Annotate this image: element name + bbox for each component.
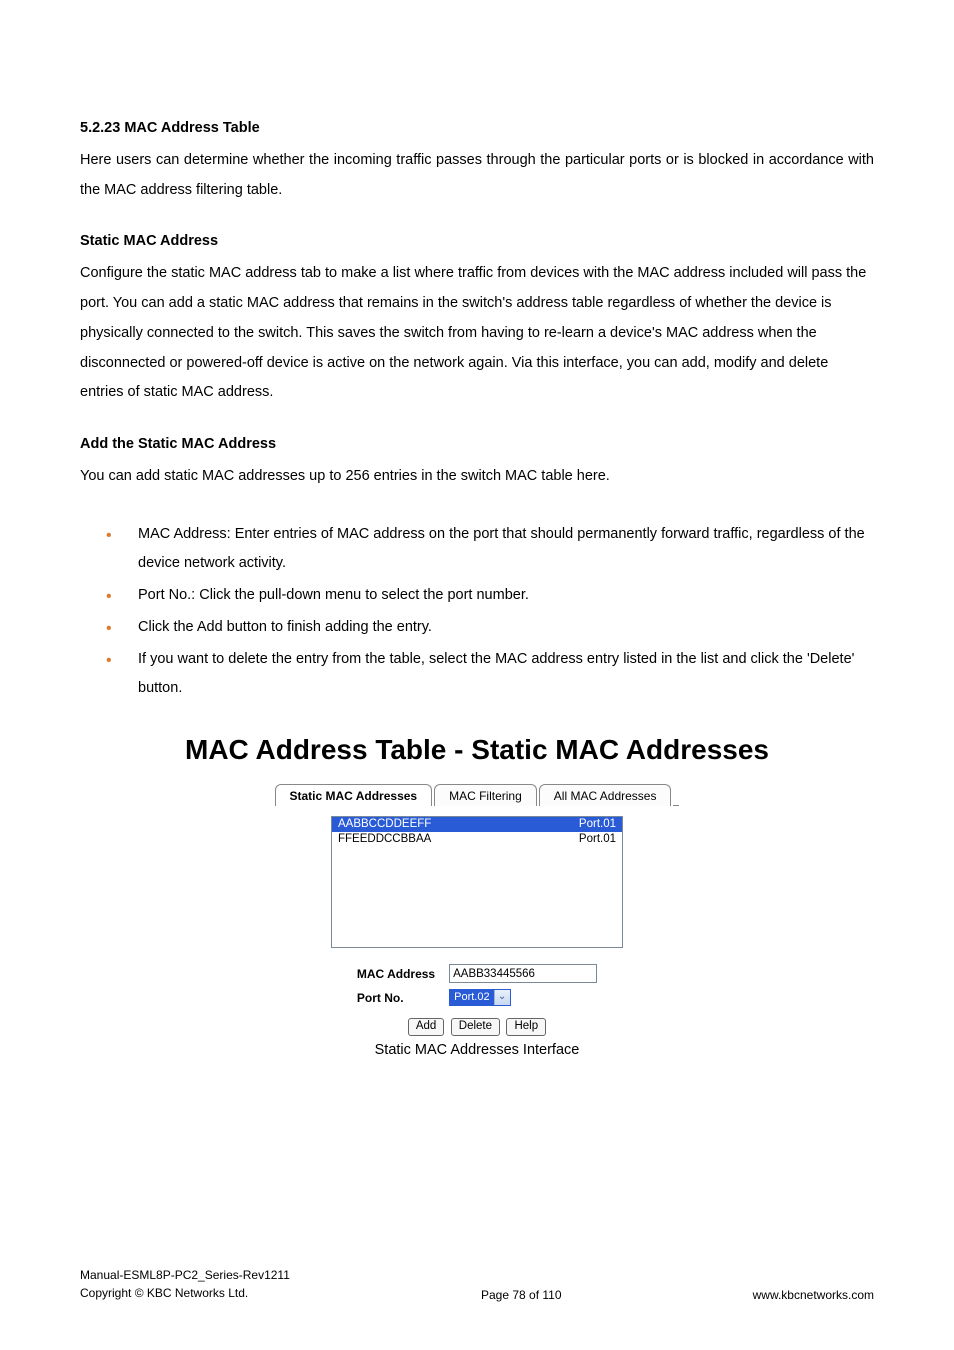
list-mac: AABBCCDDEEFF: [338, 817, 431, 832]
footer-left-1: Manual-ESML8P-PC2_Series-Rev1211: [80, 1268, 290, 1282]
section-heading-1: 5.2.23 MAC Address Table: [80, 120, 874, 136]
delete-button[interactable]: Delete: [451, 1018, 500, 1036]
help-button[interactable]: Help: [506, 1018, 546, 1036]
bullet-item: Click the Add button to finish adding th…: [80, 613, 874, 643]
port-no-value: Port.02: [450, 990, 493, 1005]
bullet-item: Port No.: Click the pull-down menu to se…: [80, 581, 874, 611]
footer-url: www.kbcnetworks.com: [753, 1288, 874, 1302]
figure-title: MAC Address Table - Static MAC Addresses: [80, 734, 874, 766]
mac-listbox[interactable]: AABBCCDDEEFF Port.01 FFEEDDCCBBAA Port.0…: [331, 816, 623, 948]
form-table: MAC Address Port No. Port.02 ⌄: [349, 960, 605, 1010]
mac-address-input[interactable]: [449, 964, 597, 983]
mac-address-label: MAC Address: [351, 962, 441, 985]
list-mac: FFEEDDCCBBAA: [338, 832, 431, 847]
section-para-1: Here users can determine whether the inc…: [80, 146, 874, 205]
list-item[interactable]: FFEEDDCCBBAA Port.01: [332, 832, 622, 847]
bullet-list: MAC Address: Enter entries of MAC addres…: [80, 520, 874, 704]
section-heading-3: Add the Static MAC Address: [80, 436, 874, 452]
port-no-label: Port No.: [351, 987, 441, 1008]
tab-mac-filtering[interactable]: MAC Filtering: [434, 784, 537, 806]
bullet-item: If you want to delete the entry from the…: [80, 645, 874, 704]
tabs-row: Static MAC Addresses MAC Filtering All M…: [167, 784, 787, 806]
page-footer: Manual-ESML8P-PC2_Series-Rev1211 Copyrig…: [80, 1266, 874, 1302]
footer-page-number: Page 78 of 110: [481, 1288, 562, 1302]
section-para-2: Configure the static MAC address tab to …: [80, 259, 874, 408]
list-item[interactable]: AABBCCDDEEFF Port.01: [332, 817, 622, 832]
bullet-item: MAC Address: Enter entries of MAC addres…: [80, 520, 874, 579]
figure-caption: Static MAC Addresses Interface: [167, 1042, 787, 1058]
port-no-select[interactable]: Port.02 ⌄: [449, 989, 510, 1006]
list-port: Port.01: [579, 832, 616, 847]
add-button[interactable]: Add: [408, 1018, 444, 1036]
tab-static-mac[interactable]: Static MAC Addresses: [275, 784, 433, 806]
figure: MAC Address Table - Static MAC Addresses…: [80, 734, 874, 1058]
chevron-down-icon: ⌄: [494, 990, 510, 1005]
list-port: Port.01: [579, 817, 616, 832]
button-row: Add Delete Help: [167, 1016, 787, 1036]
tab-all-mac[interactable]: All MAC Addresses: [539, 784, 672, 806]
footer-left-2: Copyright © KBC Networks Ltd.: [80, 1286, 248, 1300]
section-para-3: You can add static MAC addresses up to 2…: [80, 462, 874, 492]
section-heading-2: Static MAC Address: [80, 233, 874, 249]
